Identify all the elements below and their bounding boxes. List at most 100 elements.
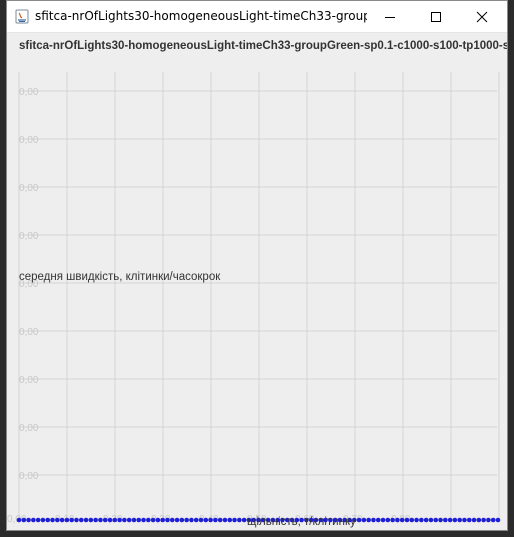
y-tick-label: 0,00	[19, 327, 39, 338]
data-point	[78, 517, 84, 523]
data-point	[203, 517, 209, 523]
data-point	[232, 517, 237, 523]
java-app-icon	[15, 9, 29, 24]
data-point	[414, 517, 419, 523]
data-point	[174, 517, 180, 523]
y-tick-label: 0,00	[19, 375, 39, 386]
data-point	[466, 517, 472, 523]
data-point	[447, 517, 453, 523]
data-point	[21, 517, 27, 523]
y-tick-label: 0,00	[19, 183, 39, 194]
data-point	[433, 517, 439, 523]
data-point	[428, 517, 434, 523]
y-tick-label: 0,00	[19, 87, 39, 98]
data-point	[184, 517, 189, 523]
y-tick-label: 0,00	[19, 135, 39, 146]
grid-lines	[18, 72, 500, 520]
data-point	[481, 517, 486, 523]
data-point	[146, 517, 151, 523]
data-point	[375, 517, 381, 523]
data-point	[471, 517, 477, 523]
data-point	[169, 517, 175, 523]
data-point	[102, 517, 108, 523]
data-point	[395, 517, 400, 523]
data-point	[462, 517, 467, 523]
close-button[interactable]	[459, 1, 505, 32]
minimize-button[interactable]	[367, 1, 413, 32]
maximize-button[interactable]	[413, 1, 459, 32]
data-point	[69, 517, 74, 523]
minimize-icon	[385, 16, 395, 18]
data-point	[361, 517, 367, 523]
data-point	[131, 517, 137, 523]
data-point	[31, 517, 36, 523]
data-point	[198, 517, 204, 523]
data-point	[452, 517, 458, 523]
data-point	[59, 517, 65, 523]
data-point	[419, 517, 424, 523]
data-point	[35, 517, 41, 523]
y-tick-label: 0,00	[19, 231, 39, 242]
data-point	[155, 517, 161, 523]
data-point	[213, 517, 218, 523]
data-point	[93, 517, 98, 523]
data-point	[160, 517, 165, 523]
data-point	[26, 517, 31, 523]
data-point	[45, 517, 51, 523]
data-point	[404, 517, 410, 523]
chart-area: 0,000,000,000,000,000,000,000,000,000,00…	[7, 40, 507, 528]
data-point	[371, 517, 376, 523]
data-point	[490, 517, 496, 523]
data-point	[385, 517, 391, 523]
tick-labels: 0,000,000,000,000,000,000,000,000,000,00…	[7, 87, 411, 525]
data-point	[380, 517, 386, 523]
data-point	[237, 517, 242, 523]
data-point	[399, 517, 405, 523]
data-point	[136, 517, 142, 523]
chart-window: sfitca-nrOfLights30-homogeneousLight-tim…	[6, 0, 508, 531]
data-point	[112, 517, 118, 523]
data-point	[141, 517, 146, 523]
chart-title: sfitca-nrOfLights30-homogeneousLight-tim…	[19, 40, 507, 52]
data-point	[107, 517, 113, 523]
data-point	[117, 517, 122, 523]
data-point	[217, 517, 223, 523]
y-tick-label: 0,00	[19, 423, 39, 434]
data-point	[189, 517, 194, 523]
maximize-icon	[431, 11, 441, 22]
y-axis-label: середня швидкість, клітинки/часокрок	[19, 271, 221, 283]
data-point	[55, 517, 60, 523]
data-point	[495, 517, 501, 523]
data-point	[64, 517, 70, 523]
data-point	[98, 517, 103, 523]
data-point	[486, 517, 491, 523]
data-point	[150, 517, 156, 523]
data-point	[356, 517, 362, 523]
data-point	[83, 517, 89, 523]
data-point	[227, 517, 233, 523]
data-point	[443, 517, 448, 523]
data-point	[438, 517, 443, 523]
y-tick-label: 0,00	[19, 471, 39, 482]
data-point	[122, 517, 127, 523]
data-point	[457, 517, 462, 523]
data-point	[476, 517, 482, 523]
data-point	[50, 517, 55, 523]
data-point	[40, 517, 46, 523]
data-point	[179, 517, 185, 523]
data-point	[74, 517, 79, 523]
data-point	[165, 517, 170, 523]
close-icon	[476, 11, 488, 22]
data-point	[126, 517, 132, 523]
data-point	[423, 517, 429, 523]
data-point	[366, 517, 371, 523]
data-point	[222, 517, 228, 523]
window-title: sfitca-nrOfLights30-homogeneousLight-tim…	[35, 9, 367, 23]
data-point	[88, 517, 94, 523]
x-axis-label: щільність, т/клітинку	[247, 516, 356, 528]
title-bar[interactable]: sfitca-nrOfLights30-homogeneousLight-tim…	[7, 1, 507, 33]
data-point	[16, 517, 22, 523]
data-point	[241, 517, 247, 523]
data-point	[208, 517, 213, 523]
data-point	[390, 517, 395, 523]
